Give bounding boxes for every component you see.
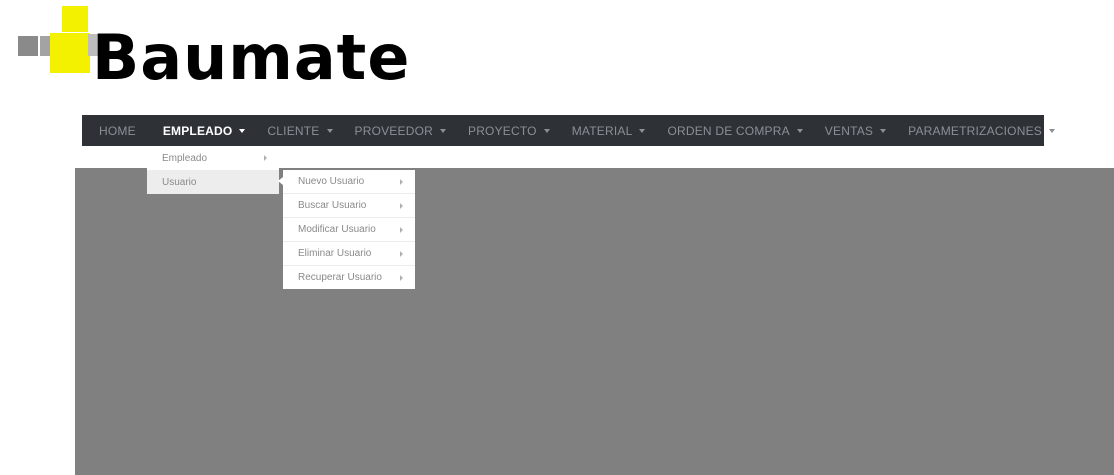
caret-down-icon [639, 128, 646, 133]
nav-item-cliente[interactable]: CLIENTE [256, 115, 343, 146]
caret-down-icon [880, 128, 887, 133]
nav-item-label: PARAMETRIZACIONES [908, 123, 1042, 138]
nav-item-home[interactable]: HOME [82, 115, 152, 146]
submenu-item-buscar-usuario[interactable]: Buscar Usuario [283, 194, 415, 218]
nav-item-proveedor[interactable]: PROVEEDOR [344, 115, 457, 146]
submenu-item-label: Recuperar Usuario [298, 272, 382, 283]
logo-square-yellow-icon [50, 33, 90, 73]
dropdown-item-label: Usuario [162, 176, 197, 188]
nav-item-label: HOME [99, 123, 136, 138]
caret-down-icon [543, 128, 550, 133]
nav-item-orden-de-compra[interactable]: ORDEN DE COMPRA [656, 115, 813, 146]
submenu-item-modificar-usuario[interactable]: Modificar Usuario [283, 218, 415, 242]
submenu-item-label: Nuevo Usuario [298, 176, 365, 187]
caret-down-icon [439, 128, 446, 133]
chevron-right-icon [400, 203, 403, 209]
submenu-item-label: Buscar Usuario [298, 200, 367, 211]
nav-item-parametrizaciones[interactable]: PARAMETRIZACIONES [897, 115, 1066, 146]
nav-item-label: PROVEEDOR [354, 123, 433, 138]
nav-item-proyecto[interactable]: PROYECTO [457, 115, 561, 146]
caret-down-icon [326, 128, 333, 133]
caret-down-icon [1048, 128, 1055, 133]
dropdown-item-usuario[interactable]: Usuario [147, 170, 279, 194]
nav-item-ventas[interactable]: VENTAS [814, 115, 897, 146]
chevron-right-icon [400, 227, 403, 233]
chevron-right-icon [400, 179, 403, 185]
logo-wordmark: Baumate [92, 21, 411, 94]
dropdown-item-empleado[interactable]: Empleado [147, 146, 279, 170]
nav-item-label: MATERIAL [571, 123, 633, 138]
submenu-item-nuevo-usuario[interactable]: Nuevo Usuario [283, 170, 415, 194]
baumate-logo[interactable]: Baumate [0, 0, 409, 110]
nav-item-empleado[interactable]: EMPLEADO [152, 115, 257, 146]
submenu-item-eliminar-usuario[interactable]: Eliminar Usuario [283, 242, 415, 266]
nav-item-material[interactable]: MATERIAL [561, 115, 657, 146]
dropdown-item-label: Empleado [162, 152, 208, 164]
nav-item-label: VENTAS [824, 123, 874, 138]
nav-item-label: CLIENTE [267, 123, 320, 138]
usuario-submenu: Nuevo Usuario Buscar Usuario Modificar U… [278, 170, 415, 289]
nav-item-label: EMPLEADO [162, 123, 233, 138]
caret-down-icon [796, 128, 803, 133]
nav-item-label: PROYECTO [467, 123, 537, 138]
submenu-item-label: Eliminar Usuario [298, 248, 372, 259]
chevron-right-icon [400, 275, 403, 281]
nav-item-label: ORDEN DE COMPRA [667, 123, 790, 138]
chevron-right-icon [400, 251, 403, 257]
submenu-item-label: Modificar Usuario [298, 224, 376, 235]
submenu-item-recuperar-usuario[interactable]: Recuperar Usuario [283, 266, 415, 289]
logo-square-gray-icon [18, 36, 38, 56]
caret-down-icon [239, 128, 246, 133]
empleado-dropdown: Empleado Usuario [147, 146, 279, 194]
chevron-right-icon [264, 155, 267, 161]
main-navbar: HOME EMPLEADO CLIENTE PROVEEDOR PROYECTO… [82, 115, 1055, 146]
content-area [75, 168, 1114, 475]
logo-square-yellow-icon [62, 6, 88, 32]
